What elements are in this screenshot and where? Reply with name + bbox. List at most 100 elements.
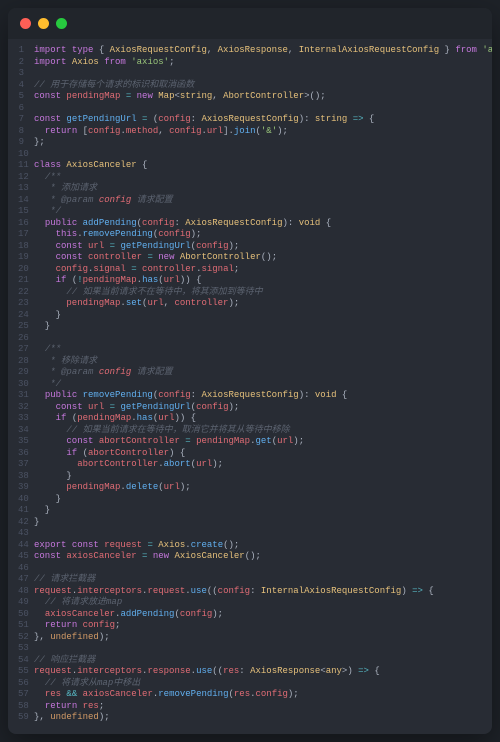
line-number: 6 xyxy=(18,103,24,115)
code-line: this.removePending(config); xyxy=(34,229,492,241)
line-number: 13 xyxy=(18,183,24,195)
code-line: * 移除请求 xyxy=(34,356,492,368)
code-line: * 添加请求 xyxy=(34,183,492,195)
line-number: 45 xyxy=(18,551,24,563)
code-line: const pendingMap = new Map<string, Abort… xyxy=(34,91,492,103)
code-line: res && axiosCanceler.removePending(res.c… xyxy=(34,689,492,701)
code-window: 1234567891011121314151617181920212223242… xyxy=(8,8,492,734)
line-number: 41 xyxy=(18,505,24,517)
code-line: import Axios from 'axios'; xyxy=(34,57,492,69)
line-number: 48 xyxy=(18,586,24,598)
code-line: import type { AxiosRequestConfig, AxiosR… xyxy=(34,45,492,57)
line-number: 28 xyxy=(18,356,24,368)
code-line xyxy=(34,149,492,161)
code-line: if (!pendingMap.has(url)) { xyxy=(34,275,492,287)
code-line: const url = getPendingUrl(config); xyxy=(34,402,492,414)
line-number: 46 xyxy=(18,563,24,575)
line-number: 50 xyxy=(18,609,24,621)
code-line: return config; xyxy=(34,620,492,632)
code-line: const axiosCanceler = new AxiosCanceler(… xyxy=(34,551,492,563)
line-number: 37 xyxy=(18,459,24,471)
line-number: 55 xyxy=(18,666,24,678)
code-line: }, undefined); xyxy=(34,712,492,724)
code-line: }, undefined); xyxy=(34,632,492,644)
line-number: 19 xyxy=(18,252,24,264)
line-number: 11 xyxy=(18,160,24,172)
code-line: */ xyxy=(34,206,492,218)
line-number: 3 xyxy=(18,68,24,80)
line-number: 2 xyxy=(18,57,24,69)
line-number: 42 xyxy=(18,517,24,529)
line-number: 36 xyxy=(18,448,24,460)
line-number: 7 xyxy=(18,114,24,126)
code-line: return [config.method, config.url].join(… xyxy=(34,126,492,138)
line-number: 34 xyxy=(18,425,24,437)
code-line: /** xyxy=(34,344,492,356)
line-number: 39 xyxy=(18,482,24,494)
code-area: import type { AxiosRequestConfig, AxiosR… xyxy=(34,45,492,724)
line-number: 18 xyxy=(18,241,24,253)
code-line: request.interceptors.request.use((config… xyxy=(34,586,492,598)
line-number: 33 xyxy=(18,413,24,425)
code-line xyxy=(34,528,492,540)
code-line xyxy=(34,103,492,115)
code-line xyxy=(34,643,492,655)
code-line xyxy=(34,333,492,345)
code-line: if (abortController) { xyxy=(34,448,492,460)
line-number: 15 xyxy=(18,206,24,218)
line-number: 54 xyxy=(18,655,24,667)
code-line: return res; xyxy=(34,701,492,713)
code-line: } xyxy=(34,505,492,517)
code-line xyxy=(34,68,492,80)
line-number: 1 xyxy=(18,45,24,57)
line-number: 9 xyxy=(18,137,24,149)
editor: 1234567891011121314151617181920212223242… xyxy=(8,39,492,734)
code-line: axiosCanceler.addPending(config); xyxy=(34,609,492,621)
code-line xyxy=(34,563,492,575)
code-line: // 响应拦截器 xyxy=(34,655,492,667)
line-number: 30 xyxy=(18,379,24,391)
line-number: 58 xyxy=(18,701,24,713)
line-number: 52 xyxy=(18,632,24,644)
line-number: 57 xyxy=(18,689,24,701)
code-line: // 如果当前请求不在等待中，将其添加到等待中 xyxy=(34,287,492,299)
code-line: * @param config 请求配置 xyxy=(34,195,492,207)
line-number: 21 xyxy=(18,275,24,287)
code-line: request.interceptors.response.use((res: … xyxy=(34,666,492,678)
code-line: // 请求拦截器 xyxy=(34,574,492,586)
code-line: public addPending(config: AxiosRequestCo… xyxy=(34,218,492,230)
line-number: 47 xyxy=(18,574,24,586)
line-number: 23 xyxy=(18,298,24,310)
code-line: abortController.abort(url); xyxy=(34,459,492,471)
code-line: } xyxy=(34,494,492,506)
line-number: 17 xyxy=(18,229,24,241)
code-line: */ xyxy=(34,379,492,391)
line-number: 25 xyxy=(18,321,24,333)
code-line: } xyxy=(34,471,492,483)
code-line: config.signal = controller.signal; xyxy=(34,264,492,276)
line-number: 38 xyxy=(18,471,24,483)
titlebar xyxy=(8,8,492,39)
line-number: 16 xyxy=(18,218,24,230)
code-line: // 将请求放进map xyxy=(34,597,492,609)
line-number: 22 xyxy=(18,287,24,299)
line-number: 40 xyxy=(18,494,24,506)
line-number: 27 xyxy=(18,344,24,356)
line-number: 5 xyxy=(18,91,24,103)
code-line: public removePending(config: AxiosReques… xyxy=(34,390,492,402)
close-icon[interactable] xyxy=(20,18,31,29)
line-number: 29 xyxy=(18,367,24,379)
line-number: 14 xyxy=(18,195,24,207)
code-line: } xyxy=(34,517,492,529)
code-line: if (pendingMap.has(url)) { xyxy=(34,413,492,425)
line-number: 59 xyxy=(18,712,24,724)
maximize-icon[interactable] xyxy=(56,18,67,29)
line-number: 56 xyxy=(18,678,24,690)
line-number: 51 xyxy=(18,620,24,632)
minimize-icon[interactable] xyxy=(38,18,49,29)
code-line: // 将请求从map中移出 xyxy=(34,678,492,690)
code-line: // 用于存储每个请求的标识和取消函数 xyxy=(34,80,492,92)
line-number: 10 xyxy=(18,149,24,161)
code-line: const abortController = pendingMap.get(u… xyxy=(34,436,492,448)
line-number: 24 xyxy=(18,310,24,322)
